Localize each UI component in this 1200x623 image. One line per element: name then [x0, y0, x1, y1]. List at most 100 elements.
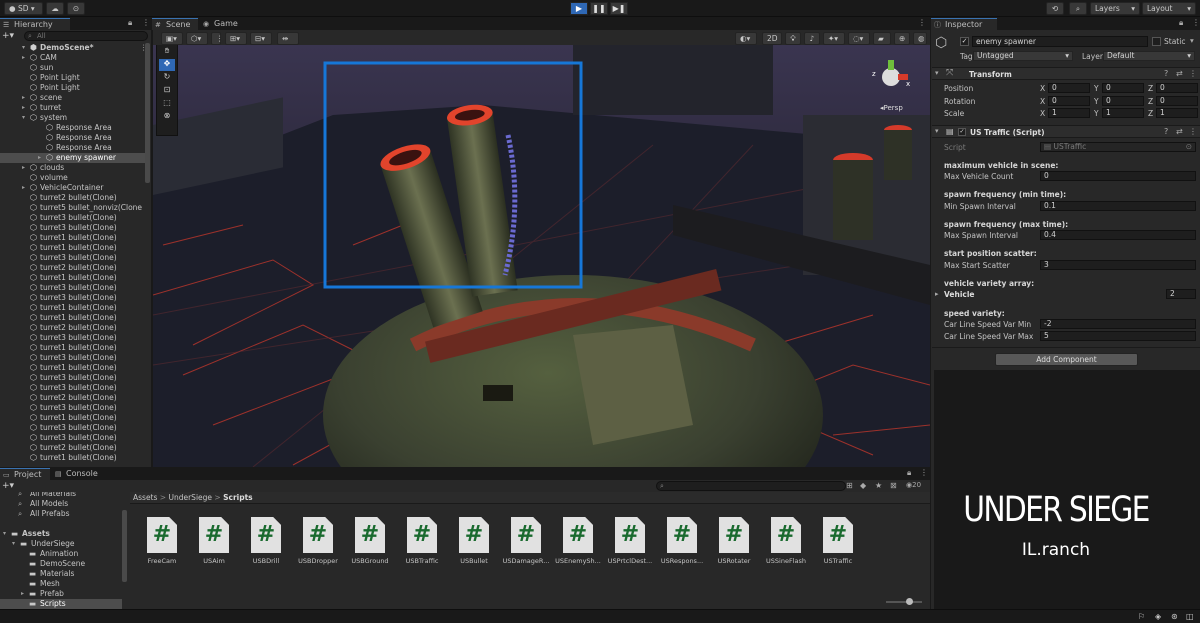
transform-tool-icon[interactable]: ⊗	[159, 111, 175, 123]
hierarchy-item[interactable]: ⬡ turret5 bullet_nonviz(Clone	[0, 203, 150, 213]
hierarchy-item[interactable]: ⬡ turret3 bullet(Clone)	[0, 423, 150, 433]
hierarchy-item[interactable]: ▾ ⬡ system	[0, 113, 150, 123]
rotation-y-input[interactable]: 0	[1102, 96, 1144, 106]
hierarchy-item[interactable]: ▸ ⬡ scene	[0, 93, 150, 103]
chevron-right-icon[interactable]: ▸	[22, 183, 25, 193]
object-name-input[interactable]: enemy spawner	[972, 36, 1148, 47]
folder-item[interactable]: ▾ ▬ UnderSiege	[0, 539, 122, 549]
hierarchy-item[interactable]: ⬡ turret1 bullet(Clone)	[0, 453, 150, 463]
search-by-type-icon[interactable]: ⊞	[846, 481, 853, 490]
breadcrumb-item[interactable]: Assets	[133, 493, 157, 502]
hierarchy-item[interactable]: ⬡ turret1 bullet(Clone)	[0, 233, 150, 243]
hierarchy-item[interactable]: ⬡ turret1 bullet(Clone)	[0, 313, 150, 323]
increment-icon[interactable]: ⇹	[277, 32, 299, 45]
folder-item[interactable]: ▬ Animation	[0, 549, 122, 559]
scale-z-input[interactable]: 1	[1156, 108, 1198, 118]
save-search-icon[interactable]: ★	[875, 481, 882, 490]
cloud-icon[interactable]: ☁	[46, 2, 64, 15]
script-asset[interactable]: # USPrtclDest...	[608, 517, 652, 565]
chevron-right-icon[interactable]: ▸	[22, 93, 25, 103]
mode-2d-button[interactable]: 2D	[762, 32, 782, 45]
hierarchy-item[interactable]: ⬡ Point Light	[0, 83, 150, 93]
folder-item[interactable]: ▸ ▬ Prefab	[0, 589, 122, 599]
globe-icon[interactable]: ◍	[913, 32, 927, 45]
favorite-item[interactable]: ⌕ All Materials	[0, 492, 128, 499]
camera-icon[interactable]: ▰	[873, 32, 891, 45]
hierarchy-item[interactable]: ⬡ turret1 bullet(Clone)	[0, 343, 150, 353]
chevron-right-icon[interactable]: ▸	[935, 290, 939, 298]
tab-game[interactable]: ◉ Game	[200, 18, 246, 30]
active-checkbox[interactable]: ✓	[960, 37, 969, 46]
folder-item[interactable]: ▬ DemoScene	[0, 559, 122, 569]
hierarchy-item[interactable]: ⬡ turret2 bullet(Clone)	[0, 323, 150, 333]
cache-icon[interactable]: ⊛	[1171, 612, 1178, 621]
chevron-right-icon[interactable]: ▸	[22, 53, 25, 63]
hierarchy-item[interactable]: ⬡ Point Light	[0, 73, 150, 83]
hierarchy-item[interactable]: ⬡ turret2 bullet(Clone)	[0, 263, 150, 273]
chevron-right-icon[interactable]: ▸	[22, 163, 25, 173]
position-x-input[interactable]: 0	[1048, 83, 1090, 93]
lock-icon[interactable]: 🔒︎	[907, 468, 911, 478]
menu-icon[interactable]: ⋮	[1189, 127, 1197, 136]
rotate-tool-icon[interactable]: ↻	[159, 72, 175, 84]
hierarchy-item[interactable]: ⬡ turret3 bullet(Clone)	[0, 213, 150, 223]
lock-icon[interactable]: 🔒︎	[128, 18, 132, 28]
effects-icon[interactable]: ✦▾	[823, 32, 845, 45]
script-asset[interactable]: # USSineFlash	[766, 517, 806, 565]
hierarchy-item[interactable]: ⬡ turret3 bullet(Clone)	[0, 373, 150, 383]
hierarchy-item[interactable]: ⬡ turret1 bullet(Clone)	[0, 273, 150, 283]
position-y-input[interactable]: 0	[1102, 83, 1144, 93]
assets-root[interactable]: ▾ ▬ Assets	[0, 529, 128, 539]
min-spawn-input[interactable]: 0.1	[1040, 201, 1196, 211]
hidden-objects-icon[interactable]: ◌▾	[848, 32, 870, 45]
project-search-input[interactable]: ⌕	[656, 481, 846, 491]
hierarchy-item[interactable]: ⬡ turret3 bullet(Clone)	[0, 253, 150, 263]
add-object-button[interactable]: +▾	[2, 31, 20, 41]
hierarchy-item[interactable]: ⬡ Response Area	[0, 143, 150, 153]
hierarchy-item[interactable]: ⬡ turret2 bullet(Clone)	[0, 393, 150, 403]
hierarchy-item[interactable]: ▸ ⬡ CAM	[0, 53, 150, 63]
history-icon[interactable]: ⟲	[1046, 2, 1064, 15]
breadcrumb-item[interactable]: UnderSiege	[168, 493, 212, 502]
step-button[interactable]: ▶❚	[610, 2, 628, 15]
notifications-icon[interactable]: ◫	[1186, 612, 1194, 621]
rect-tool-icon[interactable]: ⬚	[159, 98, 175, 110]
menu-icon[interactable]: ⋮	[1189, 69, 1197, 78]
hierarchy-item[interactable]: ⬡ volume	[0, 173, 150, 183]
snap-icon[interactable]: ⊞▾	[225, 32, 247, 45]
script-enabled-checkbox[interactable]: ✓	[958, 128, 966, 136]
rotation-x-input[interactable]: 0	[1048, 96, 1090, 106]
hierarchy-item[interactable]: ⬡ turret3 bullet(Clone)	[0, 293, 150, 303]
hierarchy-item[interactable]: ▸ ⬡ turret	[0, 103, 150, 113]
hierarchy-item[interactable]: ⬡ turret1 bullet(Clone)	[0, 303, 150, 313]
script-asset[interactable]: # USBullet	[454, 517, 494, 565]
chevron-down-icon[interactable]: ▾	[22, 113, 25, 123]
scatter-input[interactable]: 3	[1040, 260, 1196, 270]
hand-tool-icon[interactable]: ✋︎	[159, 46, 175, 58]
script-asset[interactable]: # FreeCam	[142, 517, 182, 565]
folder-item[interactable]: ▬ Mesh	[0, 579, 122, 589]
hierarchy-item[interactable]: ⬡ turret3 bullet(Clone)	[0, 433, 150, 443]
hierarchy-item[interactable]: ⬡ turret1 bullet(Clone)	[0, 363, 150, 373]
layers-dropdown[interactable]: Layers ▾	[1090, 2, 1140, 15]
folder-item[interactable]: ▬ Materials	[0, 569, 122, 579]
script-asset[interactable]: # USBDrill	[246, 517, 286, 565]
hierarchy-item[interactable]: ⬡ Response Area	[0, 133, 150, 143]
chevron-right-icon[interactable]: ▸	[22, 103, 25, 113]
scene-root[interactable]: ▾ ⬢ DemoScene* ⋮	[0, 43, 150, 53]
gizmos-icon[interactable]: ⊕	[894, 32, 910, 45]
hidden-count[interactable]: ◉20	[906, 481, 921, 489]
hierarchy-item[interactable]: ⬡ turret3 bullet(Clone)	[0, 383, 150, 393]
zoom-slider[interactable]	[886, 598, 922, 605]
lock-icon[interactable]: 🔒︎	[1179, 18, 1183, 28]
preset-icon[interactable]: ⇄	[1176, 69, 1183, 78]
tab-scene[interactable]: # Scene	[152, 18, 198, 30]
hierarchy-item[interactable]: ⬡ turret1 bullet(Clone)	[0, 413, 150, 423]
menu-icon[interactable]: ⋮	[920, 468, 928, 477]
preset-icon[interactable]: ⇄	[1176, 127, 1183, 136]
scale-y-input[interactable]: 1	[1102, 108, 1144, 118]
collab-icon[interactable]: ⊙	[67, 2, 85, 15]
menu-icon[interactable]: ⋮	[918, 18, 926, 27]
scale-x-input[interactable]: 1	[1048, 108, 1090, 118]
hierarchy-item[interactable]: ▸ ⬡ VehicleContainer	[0, 183, 150, 193]
